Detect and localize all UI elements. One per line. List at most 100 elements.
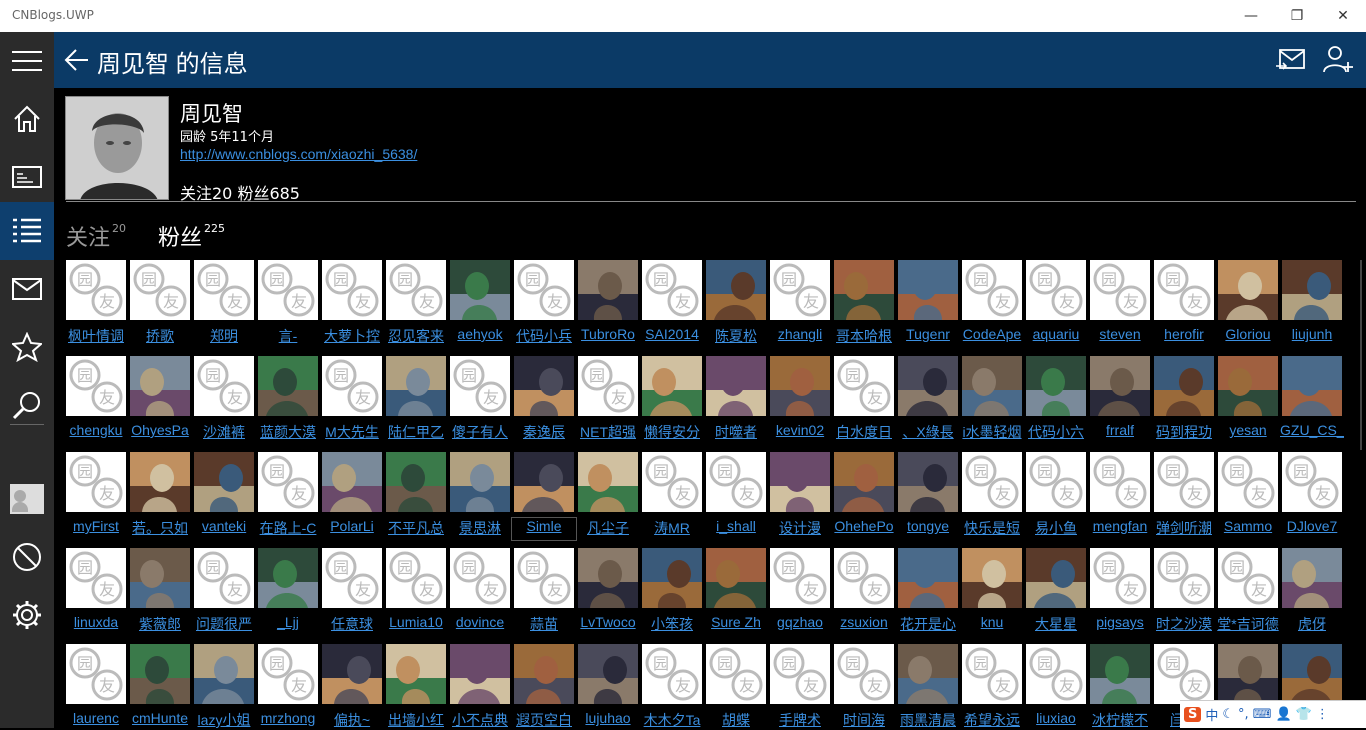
follower-name-link[interactable]: 胡蝶 xyxy=(704,710,768,728)
nav-favorites[interactable] xyxy=(0,318,54,376)
default-avatar-icon[interactable]: 园 友 xyxy=(1026,452,1086,512)
follower-name-link[interactable]: Tugenr xyxy=(896,326,960,348)
default-avatar-icon[interactable]: 园 友 xyxy=(514,548,574,608)
follower-name-link[interactable]: 虎伢 xyxy=(1280,614,1344,636)
follower-name-link[interactable]: 花开是心 xyxy=(896,614,960,636)
follower-item[interactable]: 园 友 M大先生 xyxy=(322,356,384,448)
follower-name-link[interactable]: vanteki xyxy=(192,518,256,540)
follower-avatar[interactable] xyxy=(1090,644,1150,704)
follower-item[interactable]: frralf xyxy=(1090,356,1152,448)
follower-item[interactable]: 园 友 时间海 xyxy=(834,644,896,728)
default-avatar-icon[interactable]: 园 友 xyxy=(66,452,126,512)
default-avatar-icon[interactable]: 园 友 xyxy=(1026,260,1086,320)
follower-name-link[interactable]: 白水度日 xyxy=(832,422,896,444)
default-avatar-icon[interactable]: 园 友 xyxy=(386,260,446,320)
follower-avatar[interactable] xyxy=(1282,644,1342,704)
follower-name-link[interactable]: dovince xyxy=(448,614,512,636)
follower-name-link[interactable]: 设计漫 xyxy=(768,518,832,540)
default-avatar-icon[interactable]: 园 友 xyxy=(66,644,126,704)
follower-item[interactable]: 园 友 NET超强 xyxy=(578,356,640,448)
follower-name-link[interactable]: frralf xyxy=(1088,422,1152,444)
follower-avatar[interactable] xyxy=(834,452,894,512)
follower-name-link[interactable]: 、X綠長 xyxy=(896,422,960,444)
default-avatar-icon[interactable]: 园 友 xyxy=(1154,452,1214,512)
follower-item[interactable]: 出墙小红 xyxy=(386,644,448,728)
default-avatar-icon[interactable]: 园 友 xyxy=(834,644,894,704)
follower-name-link[interactable]: 蒜苗 xyxy=(512,614,576,636)
follower-name-link[interactable]: myFirst xyxy=(66,518,128,540)
follower-avatar[interactable] xyxy=(770,452,830,512)
follower-item[interactable]: OhehePo xyxy=(834,452,896,544)
follower-name-link[interactable]: 若。只如 xyxy=(128,518,192,540)
follower-name-link[interactable]: 秦逸辰 xyxy=(512,422,576,444)
follower-avatar[interactable] xyxy=(130,452,190,512)
follower-name-link[interactable]: knu xyxy=(960,614,1024,636)
follower-item[interactable]: 陆仁甲乙 xyxy=(386,356,448,448)
follower-item[interactable]: 园 友 chengku xyxy=(66,356,128,448)
follower-avatar[interactable] xyxy=(130,644,190,704)
nav-news[interactable] xyxy=(0,148,54,206)
nav-home[interactable] xyxy=(0,90,54,148)
follower-item[interactable]: _Ljj xyxy=(258,548,320,640)
follower-item[interactable]: i水墨轻烟 xyxy=(962,356,1024,448)
follower-item[interactable]: 、X綠長 xyxy=(898,356,960,448)
follower-item[interactable]: 园 友 忍见客来 xyxy=(386,260,448,352)
follower-item[interactable]: 园 友 mengfan xyxy=(1090,452,1152,544)
follower-avatar[interactable] xyxy=(642,356,702,416)
follower-name-link[interactable]: 蓝颜大漠 xyxy=(256,422,320,444)
follower-item[interactable]: 景思淋 xyxy=(450,452,512,544)
follower-item[interactable]: 园 友 CodeApe xyxy=(962,260,1024,352)
follower-name-link[interactable]: 遐页空白 xyxy=(512,710,576,728)
follower-item[interactable]: 园 友 白水度日 xyxy=(834,356,896,448)
default-avatar-icon[interactable]: 园 友 xyxy=(194,260,254,320)
follower-name-link[interactable]: zsuxion xyxy=(832,614,896,636)
follower-item[interactable]: 园 友 liuxiao xyxy=(1026,644,1088,728)
follower-avatar[interactable] xyxy=(898,548,958,608)
follower-name-link[interactable]: 代码小六 xyxy=(1024,422,1088,444)
follower-item[interactable]: 遐页空白 xyxy=(514,644,576,728)
follower-item[interactable]: Tugenr xyxy=(898,260,960,352)
default-avatar-icon[interactable]: 园 友 xyxy=(1026,644,1086,704)
follower-item[interactable]: 园 友 mrzhong xyxy=(258,644,320,728)
hamburger-button[interactable] xyxy=(0,32,54,90)
follower-name-link[interactable]: i_shall xyxy=(704,518,768,540)
follower-name-link[interactable]: 不平凡总 xyxy=(384,518,448,540)
follower-name-link[interactable]: mengfan xyxy=(1088,518,1152,540)
default-avatar-icon[interactable]: 园 友 xyxy=(642,644,702,704)
follower-item[interactable]: aehyok xyxy=(450,260,512,352)
follower-name-link[interactable]: 雨黑清晨 xyxy=(896,710,960,728)
default-avatar-icon[interactable]: 园 友 xyxy=(194,548,254,608)
back-button[interactable] xyxy=(64,46,90,74)
follower-avatar[interactable] xyxy=(514,644,574,704)
follower-name-link[interactable]: 哥本哈根 xyxy=(832,326,896,348)
follower-avatar[interactable] xyxy=(450,644,510,704)
follower-avatar[interactable] xyxy=(706,548,766,608)
send-message-button[interactable] xyxy=(1274,44,1306,76)
minimize-button[interactable]: — xyxy=(1228,0,1274,32)
follower-item[interactable]: 园 友 大萝卜控 xyxy=(322,260,384,352)
follower-avatar[interactable] xyxy=(450,260,510,320)
follower-item[interactable]: 园 友 laurenc xyxy=(66,644,128,728)
follower-item[interactable]: kevin02 xyxy=(770,356,832,448)
follower-name-link[interactable]: 凡尘子 xyxy=(576,518,640,540)
follower-name-link[interactable]: aehyok xyxy=(448,326,512,348)
follower-item[interactable]: 码到程功 xyxy=(1154,356,1216,448)
follower-name-link[interactable]: liuxiao xyxy=(1024,710,1088,728)
follower-name-link[interactable]: aquariu xyxy=(1024,326,1088,348)
follower-avatar[interactable] xyxy=(898,356,958,416)
follower-item[interactable]: 园 友 herofir xyxy=(1154,260,1216,352)
follower-item[interactable]: LvTwoco xyxy=(578,548,640,640)
default-avatar-icon[interactable]: 园 友 xyxy=(578,356,638,416)
default-avatar-icon[interactable]: 园 友 xyxy=(66,548,126,608)
default-avatar-icon[interactable]: 园 友 xyxy=(1090,452,1150,512)
follower-avatar[interactable] xyxy=(1026,356,1086,416)
follower-name-link[interactable]: 偏执~ xyxy=(320,710,384,728)
follower-item[interactable]: vanteki xyxy=(194,452,256,544)
follower-name-link[interactable]: pigsays xyxy=(1088,614,1152,636)
follower-item[interactable]: 蓝颜大漠 xyxy=(258,356,320,448)
follower-name-link[interactable]: 涛MR xyxy=(640,518,704,540)
follower-name-link[interactable]: 忍见客来 xyxy=(384,326,448,348)
follower-name-link[interactable]: 懒得安分 xyxy=(640,422,704,444)
follower-item[interactable]: 代码小六 xyxy=(1026,356,1088,448)
nav-list[interactable] xyxy=(0,202,54,260)
